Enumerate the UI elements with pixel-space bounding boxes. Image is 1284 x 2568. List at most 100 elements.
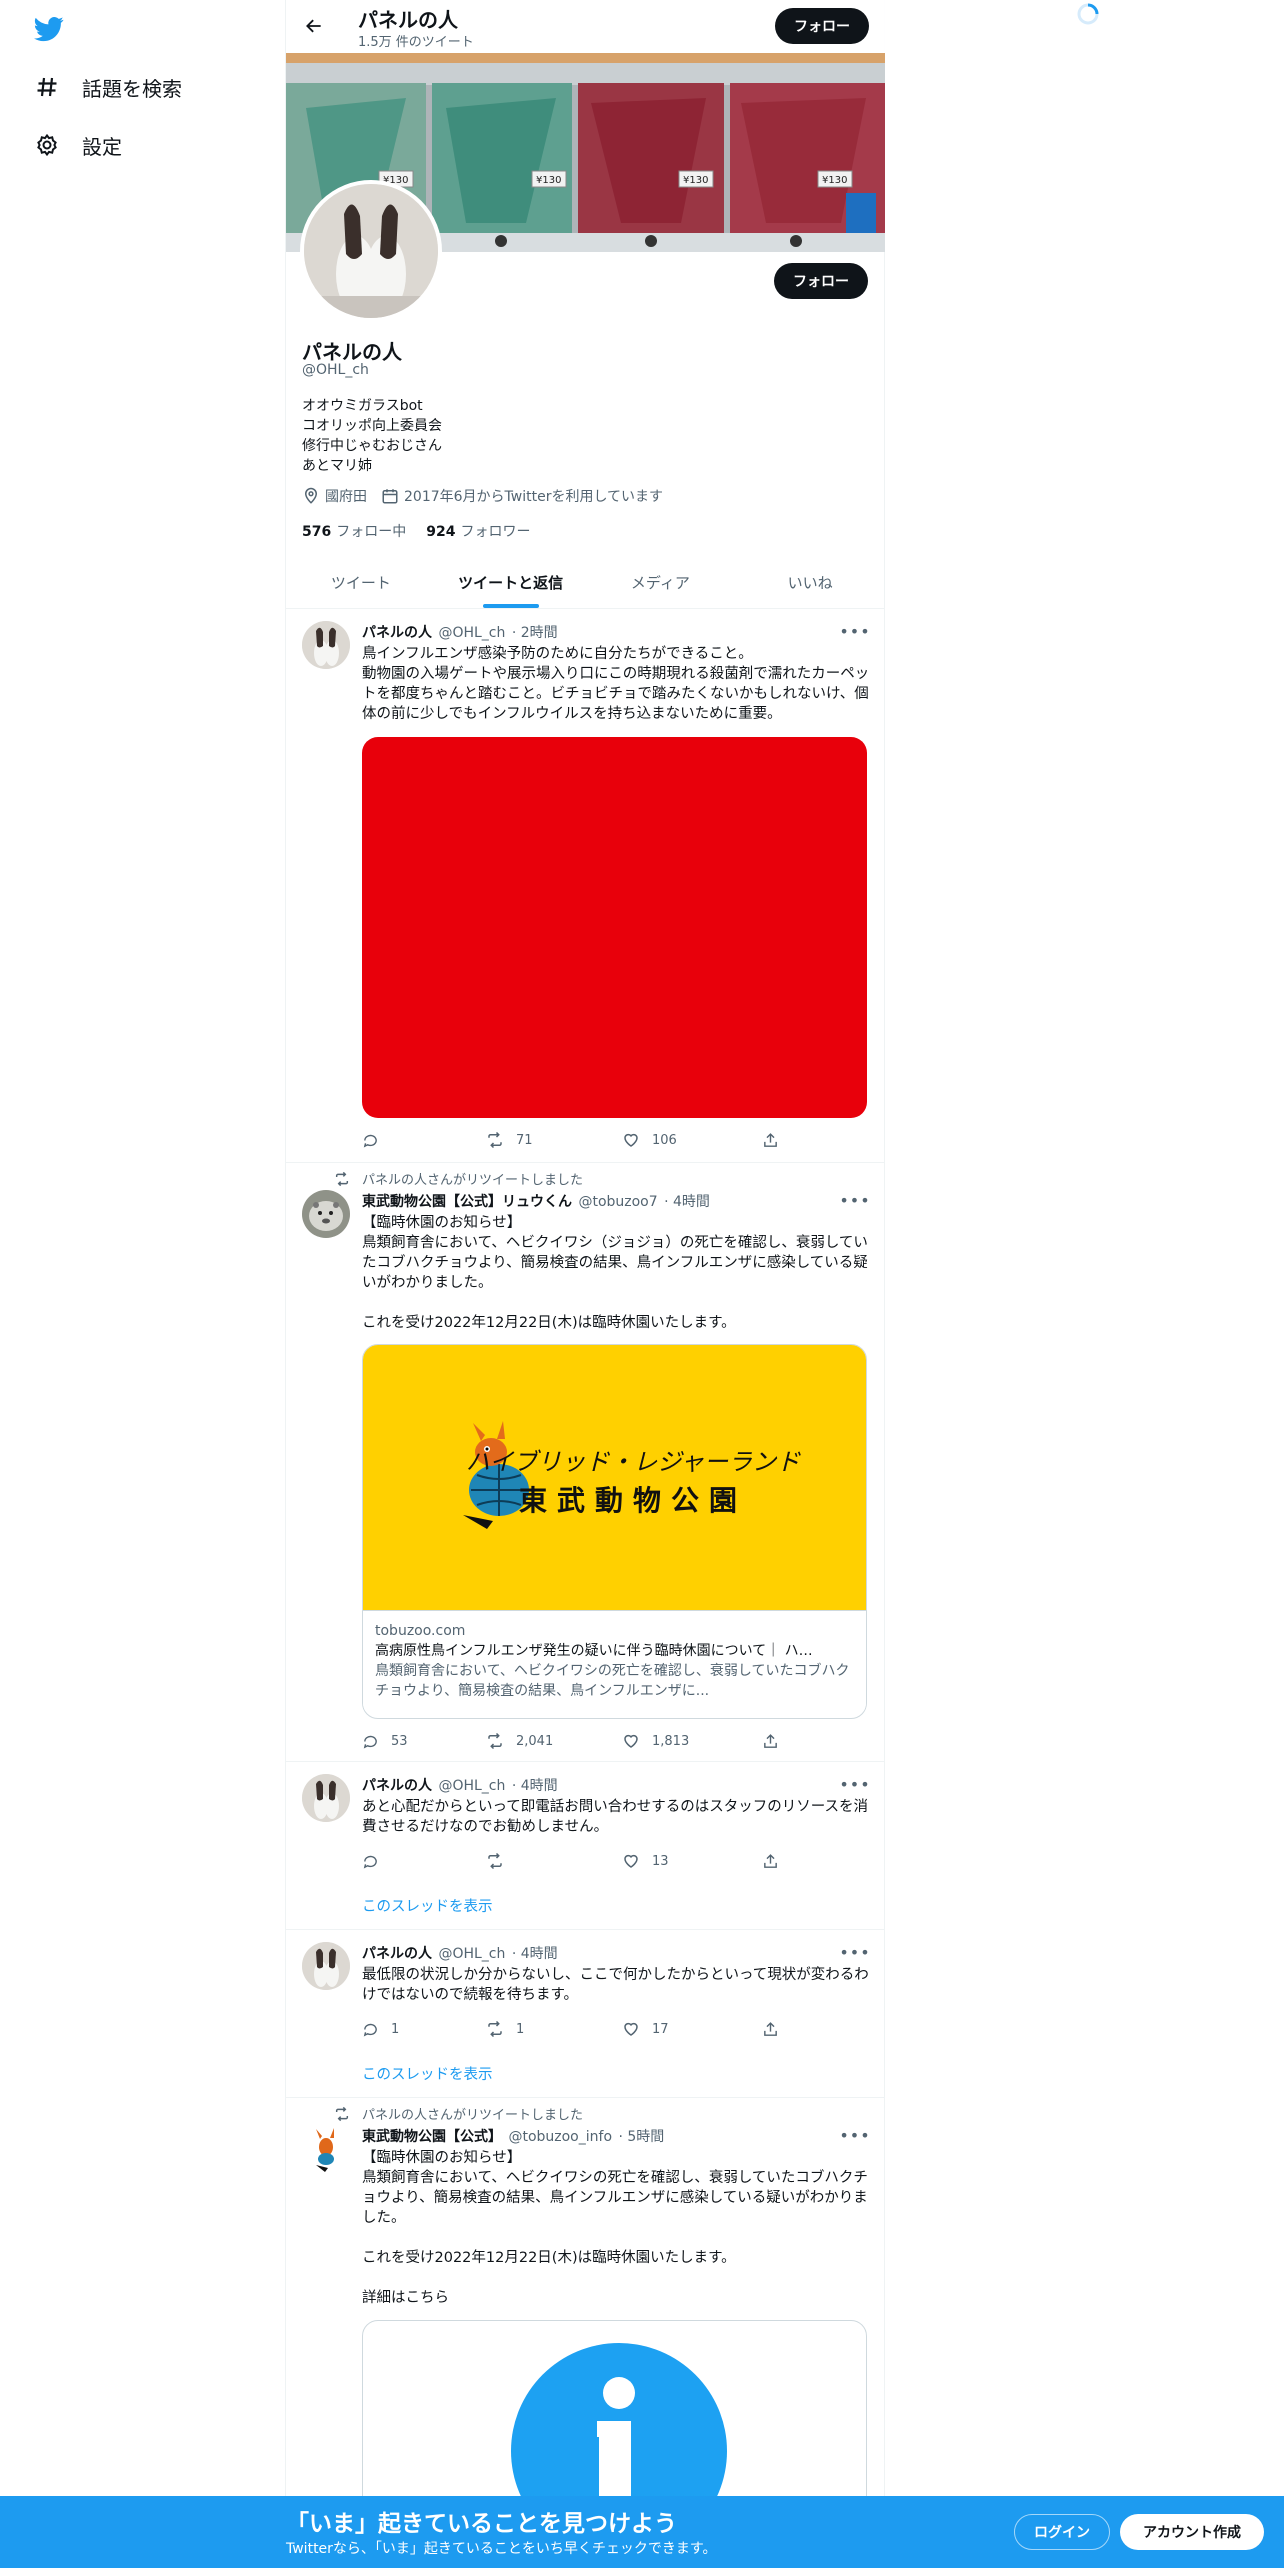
twitter-logo-icon[interactable] (32, 14, 66, 44)
avatar[interactable] (302, 2125, 350, 2173)
tab-tweets-and-replies[interactable]: ツイートと返信 (436, 556, 586, 608)
retweet-button[interactable]: 2,041 (486, 1731, 622, 1751)
author-handle[interactable]: @tobuzoo_info (508, 2129, 612, 2145)
more-options-icon[interactable]: ••• (839, 1190, 869, 1210)
gear-icon (34, 132, 60, 158)
tweet-count: 1.5万 件のツイート (358, 35, 474, 50)
retweet-button[interactable]: 1 (486, 2019, 622, 2039)
share-button[interactable] (762, 1731, 779, 1751)
back-arrow-icon[interactable] (296, 8, 332, 44)
tab-tweets[interactable]: ツイート (286, 556, 436, 608)
avatar[interactable] (302, 1190, 350, 1238)
retweet-icon (488, 1131, 502, 1149)
retweeted-by-text[interactable]: パネルの人さんがリツイートしました (362, 2104, 583, 2123)
tweet-actions: 71 106 (362, 1130, 782, 1150)
tab-media[interactable]: メディア (586, 556, 736, 608)
location-icon (304, 487, 318, 504)
tweet-text: 【臨時休園のお知らせ】 鳥類飼育舎において、ヘビクイワシ（ジョジョ）の死亡を確認… (362, 1215, 868, 1331)
more-options-icon[interactable]: ••• (839, 621, 869, 641)
like-button[interactable]: 106 (622, 1130, 762, 1150)
show-thread-link[interactable]: このスレッドを表示 (362, 1895, 493, 1916)
signup-button[interactable]: アカウント作成 (1120, 2514, 1264, 2550)
avatar[interactable] (302, 1942, 350, 1990)
tweet-media-image[interactable] (362, 737, 867, 1118)
tweet-text: 【臨時休園のお知らせ】 鳥類飼育舎において、ヘビクイワシの死亡を確認し、衰弱して… (362, 2150, 868, 2306)
header-title: パネルの人 (358, 8, 458, 32)
loading-spinner-icon (1076, 2, 1100, 26)
retweeted-by-text[interactable]: パネルの人さんがリツイートしました (362, 1169, 583, 1188)
header-follow-button[interactable]: フォロー (775, 8, 869, 44)
tweet-text: あと心配だからといって即電話お問い合わせするのはスタッフのリソースを消費させるだ… (362, 1799, 869, 1835)
retweet-context: パネルの人さんがリツイートしました (334, 1169, 583, 1188)
reply-button[interactable] (362, 1851, 486, 1871)
share-button[interactable] (762, 1851, 779, 1871)
tweet-time[interactable]: · 2時間 (512, 625, 558, 641)
tweet-actions: 1 1 17 (362, 2019, 782, 2039)
hashtag-icon (34, 74, 60, 100)
tab-likes[interactable]: いいね (735, 556, 885, 608)
author-handle[interactable]: @OHL_ch (438, 625, 505, 641)
profile-follow-button[interactable]: フォロー (774, 263, 868, 299)
more-options-icon[interactable]: ••• (839, 1774, 869, 1794)
retweet-button[interactable]: 71 (486, 1130, 622, 1150)
like-button[interactable]: 13 (622, 1851, 762, 1871)
link-card-meta: tobuzoo.com 高病原性鳥インフルエンザ発生の疑いに伴う臨時休園について… (363, 1610, 866, 1711)
profile-name: パネルの人 (302, 340, 402, 364)
card-domain: tobuzoo.com (375, 1623, 466, 1639)
tweet-header: パネルの人 @OHL_ch · 4時間 (362, 1775, 558, 1795)
share-icon (764, 2021, 777, 2036)
tweet-time[interactable]: · 4時間 (664, 1194, 710, 1210)
avatar[interactable] (302, 1774, 350, 1822)
nav-settings-label: 設定 (82, 134, 122, 159)
card-description: 鳥類飼育舎において、ヘビクイワシの死亡を確認し、衰弱していたコブハクチョウより、… (375, 1663, 850, 1699)
more-options-icon[interactable]: ••• (839, 1942, 869, 1962)
nav-explore[interactable]: 話題を検索 (34, 67, 182, 107)
like-button[interactable]: 1,813 (622, 1731, 762, 1751)
link-card[interactable]: ハイブリッド・レジャーランド 東武動物公園 tobuzoo.com 高病原性鳥イ… (362, 1344, 867, 1719)
author-name[interactable]: パネルの人 (362, 1778, 432, 1794)
reply-button[interactable] (362, 1130, 486, 1150)
author-name[interactable]: パネルの人 (362, 625, 432, 641)
tweet[interactable]: パネルの人 @OHL_ch · 4時間 ••• 最低限の状況しか分からないし、こ… (286, 1930, 885, 2098)
tweet[interactable]: パネルの人 @OHL_ch · 2時間 ••• 鳥インフルエンザ感染予防のために… (286, 609, 885, 1163)
tweet-header: 東武動物公園【公式】 @tobuzoo_info · 5時間 (362, 2126, 664, 2146)
login-button[interactable]: ログイン (1014, 2514, 1110, 2550)
banner-subtext: Twitterなら、「いま」起きていることをいち早くチェックできます。 (286, 2541, 717, 2557)
following-link[interactable]: 576 フォロー中 (302, 521, 406, 541)
show-thread-link[interactable]: このスレッドを表示 (362, 2063, 493, 2084)
author-handle[interactable]: @OHL_ch (438, 1778, 505, 1794)
like-button[interactable]: 17 (622, 2019, 762, 2039)
tweet[interactable]: パネルの人さんがリツイートしました 東武動物公園【公式】リュウくん @tobuz… (286, 1163, 885, 1762)
reply-button[interactable]: 1 (362, 2019, 486, 2039)
tweet[interactable]: パネルの人 @OHL_ch · 4時間 ••• あと心配だからといって即電話お問… (286, 1762, 885, 1930)
tweet-header: パネルの人 @OHL_ch · 4時間 (362, 1943, 558, 1963)
tweet-time[interactable]: · 5時間 (618, 2129, 664, 2145)
heart-icon (624, 2022, 638, 2036)
author-name[interactable]: 東武動物公園【公式】 (362, 2129, 502, 2145)
author-name[interactable]: 東武動物公園【公式】リュウくん (362, 1194, 572, 1210)
tweet-time[interactable]: · 4時間 (512, 1946, 558, 1962)
author-handle[interactable]: @tobuzoo7 (578, 1194, 657, 1210)
retweet-button[interactable] (486, 1851, 622, 1871)
author-handle[interactable]: @OHL_ch (438, 1946, 505, 1962)
profile-header-bar: パネルの人 1.5万 件のツイート フォロー (286, 0, 885, 53)
followers-link[interactable]: 924 フォロワー (426, 521, 530, 541)
avatar[interactable] (300, 180, 442, 322)
share-button[interactable] (762, 1130, 779, 1150)
reply-button[interactable]: 53 (362, 1731, 486, 1751)
author-name[interactable]: パネルの人 (362, 1946, 432, 1962)
calendar-icon (382, 489, 398, 504)
price-tag: ¥130 (683, 175, 708, 186)
nav-settings[interactable]: 設定 (34, 125, 122, 165)
price-tag: ¥130 (536, 175, 561, 186)
retweet-icon (488, 1852, 502, 1870)
more-options-icon[interactable]: ••• (839, 2125, 869, 2145)
profile-handle: @OHL_ch (302, 362, 369, 378)
signup-banner: 「いま」起きていることを見つけよう Twitterなら、「いま」起きていることを… (0, 2496, 1284, 2568)
tweet-time[interactable]: · 4時間 (512, 1778, 558, 1794)
tweet-actions: 13 (362, 1851, 782, 1871)
main-column: パネルの人 1.5万 件のツイート フォロー ¥130 ¥130 ¥130 ¥1… (285, 0, 885, 2568)
share-button[interactable] (762, 2019, 779, 2039)
avatar[interactable] (302, 621, 350, 669)
retweet-icon (488, 2020, 502, 2038)
